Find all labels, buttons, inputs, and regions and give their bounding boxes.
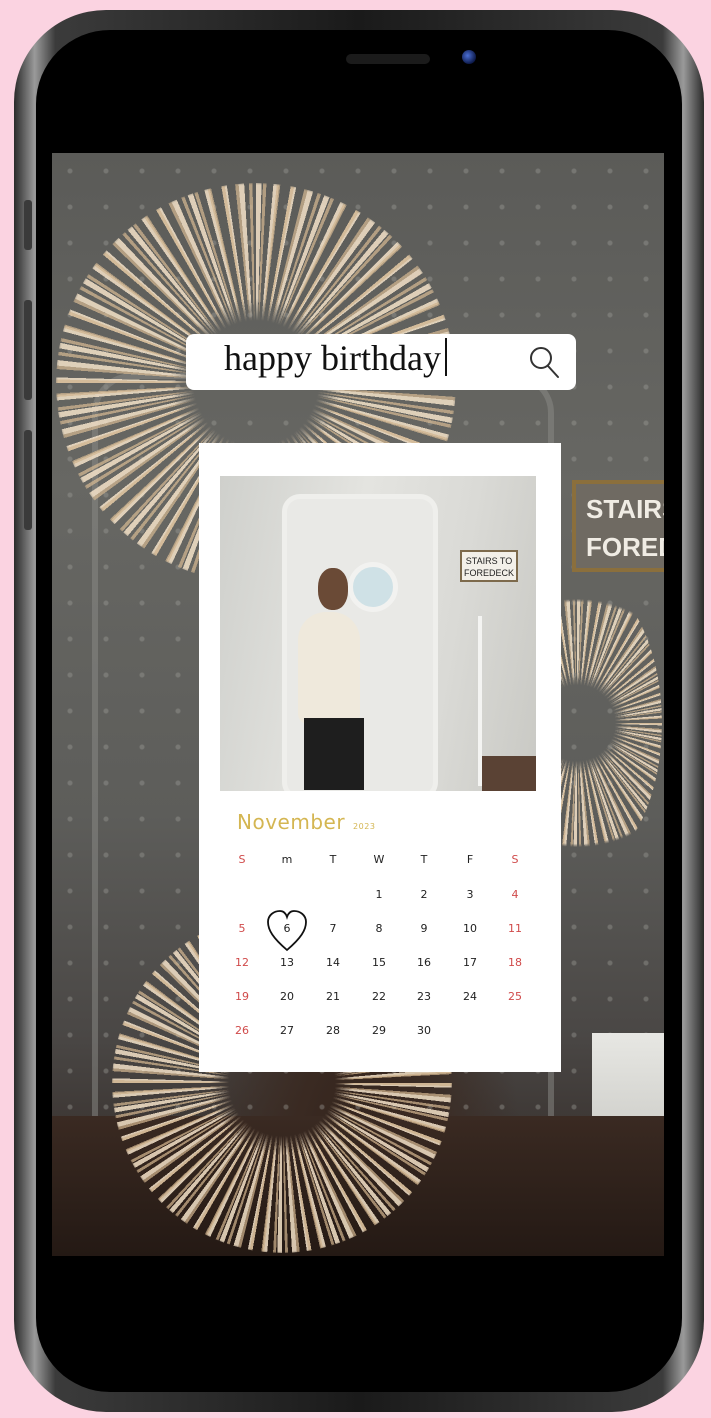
calendar-day[interactable]: 9 (402, 922, 446, 935)
calendar-day[interactable]: 8 (357, 922, 401, 935)
calendar-month: November (237, 810, 346, 834)
calendar-day[interactable]: 2 (402, 888, 446, 901)
calendar-day[interactable]: 10 (448, 922, 492, 935)
calendar-day[interactable]: 17 (448, 956, 492, 969)
weekday-label: S (238, 853, 246, 866)
calendar-day[interactable]: 13 (265, 956, 309, 969)
background-sign-line2: FORED (586, 532, 664, 562)
calendar-day[interactable]: 4 (493, 888, 537, 901)
calendar-day[interactable]: 3 (448, 888, 492, 901)
calendar-day[interactable]: 12 (220, 956, 264, 969)
weekday-label: W (373, 853, 385, 866)
photo-sign-line1: STAIRS TO (465, 556, 513, 566)
calendar-day[interactable]: 11 (493, 922, 537, 935)
photo-person-head (318, 568, 348, 610)
calendar-day[interactable]: 26 (220, 1024, 264, 1037)
volume-down-button (24, 430, 32, 530)
photo-sign: STAIRS TO FOREDECK (460, 550, 518, 582)
calendar-photo: STAIRS TO FOREDECK (220, 476, 536, 791)
photo-person-skirt (304, 718, 364, 790)
weekday-label: S (511, 853, 519, 866)
calendar-day[interactable]: 30 (402, 1024, 446, 1037)
weekday-label: T (329, 853, 337, 866)
calendar-day[interactable]: 5 (220, 922, 264, 935)
calendar-day[interactable]: 14 (311, 956, 355, 969)
week-row: 19 20 21 22 23 24 25 (220, 985, 538, 1019)
photo-sign-line2: FOREDECK (463, 568, 514, 578)
photo-person-body (298, 612, 360, 724)
mute-switch (24, 200, 32, 250)
calendar-day[interactable]: 25 (493, 990, 537, 1003)
search-query-wrap: happy birthday (224, 337, 447, 379)
heart-icon (267, 910, 307, 952)
week-row: 26 27 28 29 30 (220, 1019, 538, 1053)
phone-frame: STAIRS FORED happy birthday STAIRS TO (14, 10, 704, 1412)
week-row: 12 13 14 15 16 17 18 (220, 951, 538, 985)
weekday-label: T (420, 853, 428, 866)
calendar-year: 2023 (353, 822, 376, 831)
calendar-day[interactable]: 6 (265, 910, 309, 952)
background-sign-line1: STAIRS (586, 494, 664, 524)
calendar-day[interactable]: 7 (311, 922, 355, 935)
calendar-day[interactable]: 22 (357, 990, 401, 1003)
calendar-day[interactable]: 16 (402, 956, 446, 969)
calendar-grid: Sm T W T F S 1 2 3 4 5 6 7 8 9 10 11 12 13 14 15 16 17 18 19 20 21… (220, 849, 538, 1053)
calendar-day[interactable]: 27 (265, 1024, 309, 1037)
calendar-day[interactable]: 15 (357, 956, 401, 969)
search-query-text: happy birthday (224, 338, 441, 378)
notch (222, 30, 524, 90)
volume-up-button (24, 300, 32, 400)
calendar-day[interactable]: 29 (357, 1024, 401, 1037)
weekday-label: m (281, 853, 293, 866)
calendar-month-title: November 2023 (237, 810, 375, 834)
weekday-label: F (466, 853, 474, 866)
front-camera (462, 50, 476, 64)
calendar-day[interactable]: 1 (357, 888, 401, 901)
week-row: 5 6 7 8 9 10 11 (220, 910, 538, 952)
calendar-card[interactable]: STAIRS TO FOREDECK November 2023 SmTWTFS1… (199, 443, 561, 1072)
calendar-day[interactable]: 19 (220, 990, 264, 1003)
background-sign: STAIRS FORED (572, 480, 664, 572)
calendar-day[interactable]: 18 (493, 956, 537, 969)
weekday-header-row: Sm T W T F S (220, 849, 538, 883)
story-screen: STAIRS FORED happy birthday STAIRS TO (52, 153, 664, 1256)
search-sticker[interactable]: happy birthday (186, 334, 576, 390)
photo-person (294, 568, 364, 790)
calendar-day[interactable]: 21 (311, 990, 355, 1003)
calendar-day[interactable]: 23 (402, 990, 446, 1003)
calendar-day[interactable]: 28 (311, 1024, 355, 1037)
search-icon[interactable] (526, 344, 562, 380)
photo-steps (482, 756, 536, 791)
calendar-day[interactable]: 24 (448, 990, 492, 1003)
calendar-day[interactable]: 20 (265, 990, 309, 1003)
text-caret (444, 338, 447, 376)
speaker-grille (346, 54, 430, 64)
